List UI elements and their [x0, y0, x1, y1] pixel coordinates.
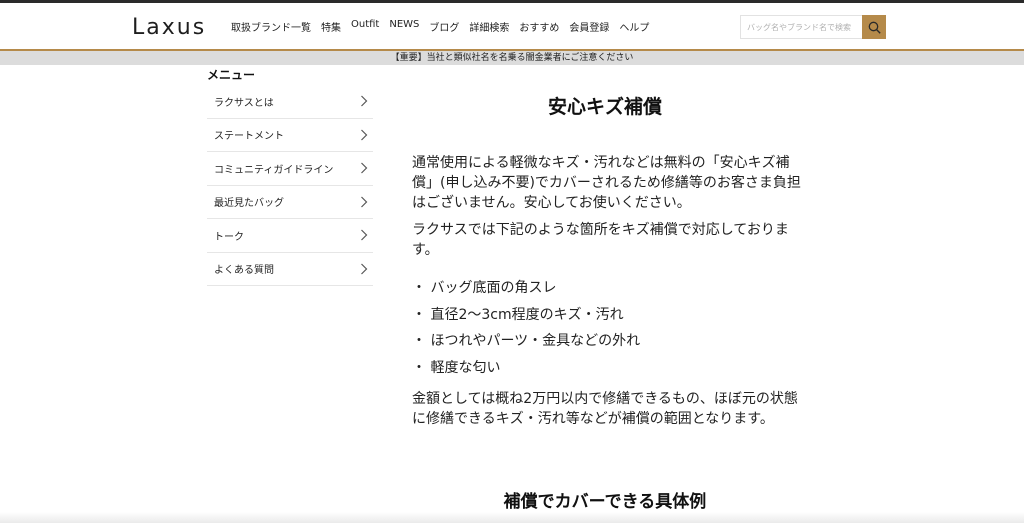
sidebar-item-community-guideline[interactable]: コミュニティガイドライン — [207, 152, 373, 186]
nav-help[interactable]: ヘルプ — [619, 19, 649, 34]
bottom-shadow — [0, 512, 1024, 523]
main-content: 安心キズ補償 通常使用による軽微なキズ・汚れなどは無料の「安心キズ補償」(申し込… — [412, 92, 802, 429]
sidebar-item-label: コミュニティガイドライン — [214, 164, 334, 176]
intro-paragraph: 通常使用による軽微なキズ・汚れなどは無料の「安心キズ補償」(申し込み不要)でカバ… — [412, 155, 801, 211]
sidebar-item-about[interactable]: ラクサスとは — [207, 85, 373, 119]
site-header: Laxus 取扱ブランド一覧 特集 Outfit NEWS ブログ 詳細検索 お… — [0, 3, 1024, 49]
nav-brand-list[interactable]: 取扱ブランド一覧 — [231, 19, 311, 34]
coverage-range-paragraph: 金額としては概ね2万円以内で修繕できるもの、ほぼ元の状態に修繕できるキズ・汚れ等… — [412, 390, 798, 427]
sidebar-item-label: トーク — [214, 231, 244, 243]
nav-register[interactable]: 会員登録 — [569, 19, 609, 34]
nav-recommended[interactable]: おすすめ — [519, 19, 559, 34]
list-item: ・ 直径2〜3cm程度のキズ・汚れ — [412, 306, 624, 323]
search-icon — [868, 21, 881, 34]
list-item: ・ 軽度な匂い — [412, 359, 501, 376]
sidebar-item-label: よくある質問 — [214, 265, 274, 277]
page-title: 安心キズ補償 — [547, 96, 662, 118]
chevron-right-icon — [359, 95, 369, 107]
coverage-intro-paragraph: ラクサスでは下記のような箇所をキズ補償で対応しております。 — [412, 222, 789, 258]
sidebar-item-label: ラクサスとは — [214, 97, 274, 109]
list-item: ・ ほつれやパーツ・金具などの外れ — [412, 333, 641, 349]
section-subtitle: 補償でカバーできる具体例 — [503, 492, 707, 512]
list-item: ・ バッグ底面の角スレ — [412, 280, 557, 296]
chevron-right-icon — [359, 263, 369, 275]
sidebar-item-recently-viewed[interactable]: 最近見たバッグ — [207, 186, 373, 219]
nav-advanced-search[interactable]: 詳細検索 — [469, 19, 509, 34]
laxus-logo[interactable]: Laxus — [132, 15, 206, 40]
chevron-right-icon — [359, 229, 369, 241]
sidebar-item-label: 最近見たバッグ — [214, 198, 284, 210]
sidebar-item-statement[interactable]: ステートメント — [207, 119, 373, 152]
chevron-right-icon — [359, 196, 369, 208]
search-input[interactable] — [740, 15, 862, 39]
main-nav: 取扱ブランド一覧 特集 Outfit NEWS ブログ 詳細検索 おすすめ 会員… — [231, 19, 659, 34]
coverage-list: ・ バッグ底面の角スレ ・ 直径2〜3cm程度のキズ・汚れ ・ ほつれやパーツ・… — [412, 278, 802, 378]
nav-features[interactable]: 特集 — [321, 19, 341, 34]
sidebar-item-faq[interactable]: よくある質問 — [207, 253, 373, 286]
sidebar-heading: メニュー — [207, 68, 256, 82]
sidebar-item-label: ステートメント — [214, 131, 284, 143]
nav-outfit[interactable]: Outfit — [351, 19, 379, 34]
chevron-right-icon — [359, 162, 369, 174]
sidebar-item-talk[interactable]: トーク — [207, 219, 373, 253]
nav-news[interactable]: NEWS — [389, 19, 419, 34]
chevron-right-icon — [359, 129, 369, 141]
nav-blog[interactable]: ブログ — [429, 19, 459, 34]
search-button[interactable] — [862, 15, 886, 39]
important-notice-banner[interactable]: 【重要】当社と類似社名を名乗る闇金業者にご注意ください — [0, 51, 1024, 65]
sidebar-menu: ラクサスとは ステートメント コミュニティガイドライン 最近見たバッグ トーク … — [207, 85, 373, 286]
